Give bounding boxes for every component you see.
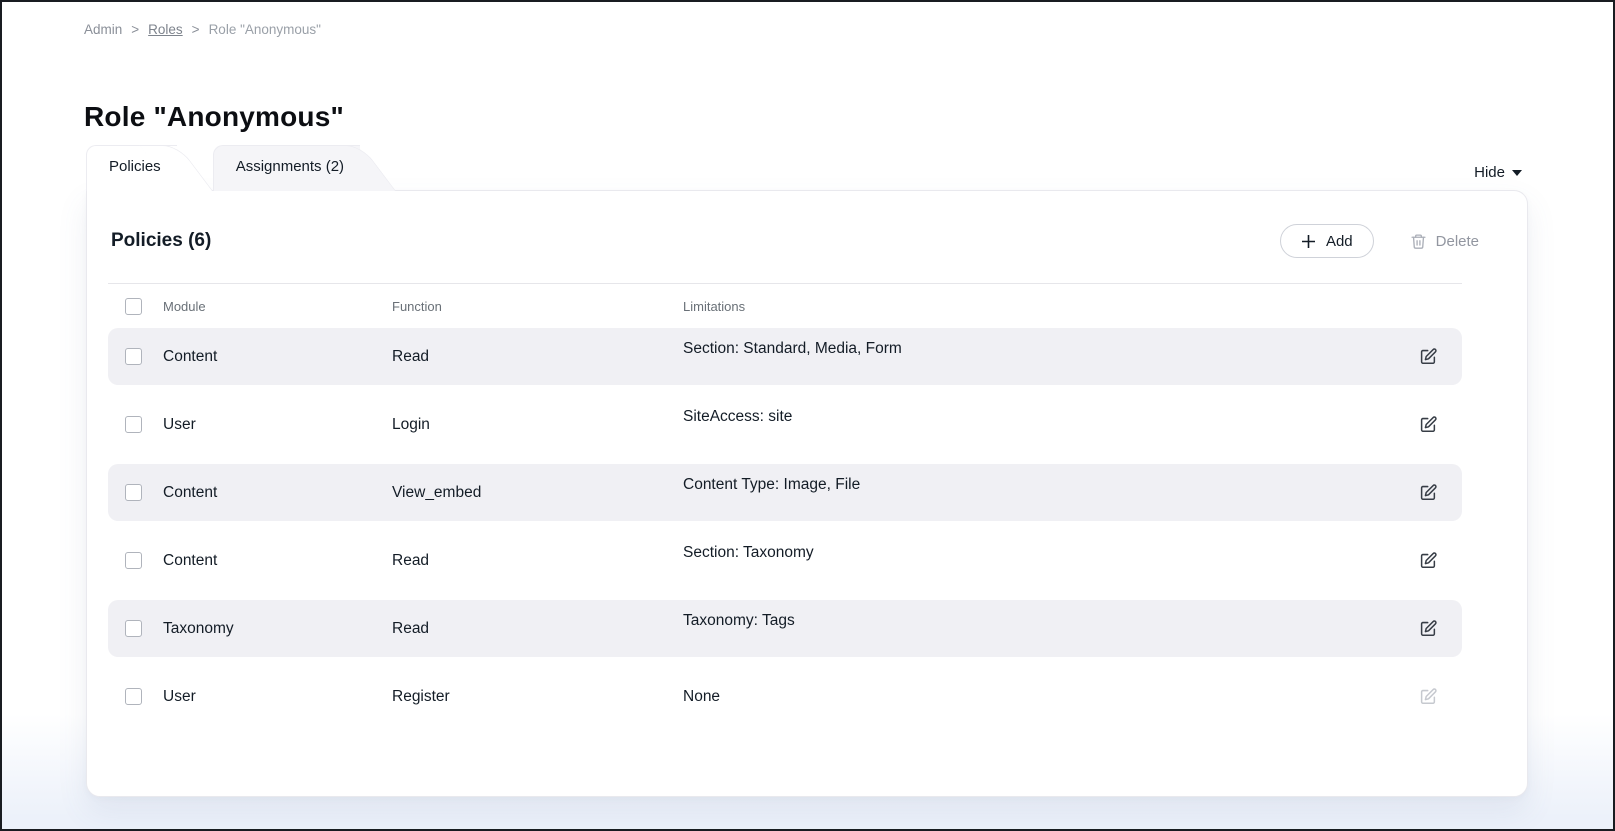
tab-policies[interactable]: Policies xyxy=(86,145,213,191)
row-checkbox[interactable] xyxy=(125,348,142,365)
panel-actions: Add Delete xyxy=(1280,224,1485,258)
tab-label: Policies xyxy=(109,158,161,175)
delete-button-label: Delete xyxy=(1436,233,1479,250)
cell-limitations: Section: Taxonomy xyxy=(683,544,1419,562)
table-row: Taxonomy Read Taxonomy: Tags xyxy=(108,600,1462,657)
breadcrumb: Admin > Roles > Role "Anonymous" xyxy=(84,22,321,37)
delete-policy-button[interactable]: Delete xyxy=(1404,232,1485,251)
breadcrumb-separator: > xyxy=(192,22,200,37)
breadcrumb-item[interactable]: Roles xyxy=(148,22,183,37)
cell-limitations: Content Type: Image, File xyxy=(683,476,1419,494)
trash-icon xyxy=(1410,233,1427,250)
hide-toggle-label: Hide xyxy=(1474,164,1505,181)
cell-module: User xyxy=(163,416,392,434)
row-checkbox[interactable] xyxy=(125,688,142,705)
tabs: Policies Assignments (2) xyxy=(86,145,396,191)
cell-function: View_embed xyxy=(392,484,683,502)
cell-function: Read xyxy=(392,552,683,570)
cell-function: Read xyxy=(392,620,683,638)
table-row: User Register None xyxy=(108,668,1462,725)
policies-table: Module Function Limitations Content Read… xyxy=(108,283,1462,725)
column-header-function: Function xyxy=(392,299,683,314)
table-row: Content Read Section: Standard, Media, F… xyxy=(108,328,1462,385)
cell-module: User xyxy=(163,688,392,706)
breadcrumb-separator: > xyxy=(131,22,139,37)
row-checkbox[interactable] xyxy=(125,620,142,637)
cell-module: Content xyxy=(163,552,392,570)
cell-function: Login xyxy=(392,416,683,434)
cell-limitations: Section: Standard, Media, Form xyxy=(683,340,1419,358)
edit-policy-button[interactable] xyxy=(1419,551,1438,570)
page-title: Role "Anonymous" xyxy=(84,101,344,133)
policies-panel: Policies (6) Add Delete Module Function … xyxy=(86,190,1528,797)
table-header-row: Module Function Limitations xyxy=(108,284,1462,328)
breadcrumb-item: Role "Anonymous" xyxy=(209,22,321,37)
breadcrumb-item: Admin xyxy=(84,22,122,37)
hide-toggle-button[interactable]: Hide xyxy=(1468,163,1528,182)
edit-policy-button[interactable] xyxy=(1419,415,1438,434)
panel-title: Policies (6) xyxy=(111,230,211,252)
tab-label: Assignments (2) xyxy=(236,158,344,175)
column-header-module: Module xyxy=(163,299,392,314)
edit-pencil-square-icon xyxy=(1419,687,1438,706)
plus-icon xyxy=(1301,234,1316,249)
cell-module: Content xyxy=(163,484,392,502)
cell-limitations: SiteAccess: site xyxy=(683,408,1419,426)
select-all-checkbox[interactable] xyxy=(125,298,142,315)
table-row: Content Read Section: Taxonomy xyxy=(108,532,1462,589)
add-button-label: Add xyxy=(1326,233,1353,250)
edit-policy-button[interactable] xyxy=(1419,483,1438,502)
cell-module: Taxonomy xyxy=(163,620,392,638)
row-checkbox[interactable] xyxy=(125,484,142,501)
edit-pencil-square-icon xyxy=(1419,483,1438,502)
table-row: User Login SiteAccess: site xyxy=(108,396,1462,453)
table-body: Content Read Section: Standard, Media, F… xyxy=(108,328,1462,725)
row-checkbox[interactable] xyxy=(125,416,142,433)
panel-header: Policies (6) Add Delete xyxy=(87,191,1527,258)
edit-pencil-square-icon xyxy=(1419,619,1438,638)
edit-pencil-square-icon xyxy=(1419,551,1438,570)
row-checkbox[interactable] xyxy=(125,552,142,569)
column-header-limitations: Limitations xyxy=(683,299,1462,314)
table-row: Content View_embed Content Type: Image, … xyxy=(108,464,1462,521)
edit-pencil-square-icon xyxy=(1419,347,1438,366)
cell-module: Content xyxy=(163,348,392,366)
cell-limitations: None xyxy=(683,688,1419,706)
cell-function: Register xyxy=(392,688,683,706)
edit-pencil-square-icon xyxy=(1419,415,1438,434)
tab-assignments-2[interactable]: Assignments (2) xyxy=(213,145,396,191)
edit-policy-button[interactable] xyxy=(1419,619,1438,638)
cell-function: Read xyxy=(392,348,683,366)
edit-policy-button[interactable] xyxy=(1419,687,1438,706)
caret-down-icon xyxy=(1512,170,1522,181)
add-policy-button[interactable]: Add xyxy=(1280,224,1374,258)
cell-limitations: Taxonomy: Tags xyxy=(683,612,1419,630)
edit-policy-button[interactable] xyxy=(1419,347,1438,366)
